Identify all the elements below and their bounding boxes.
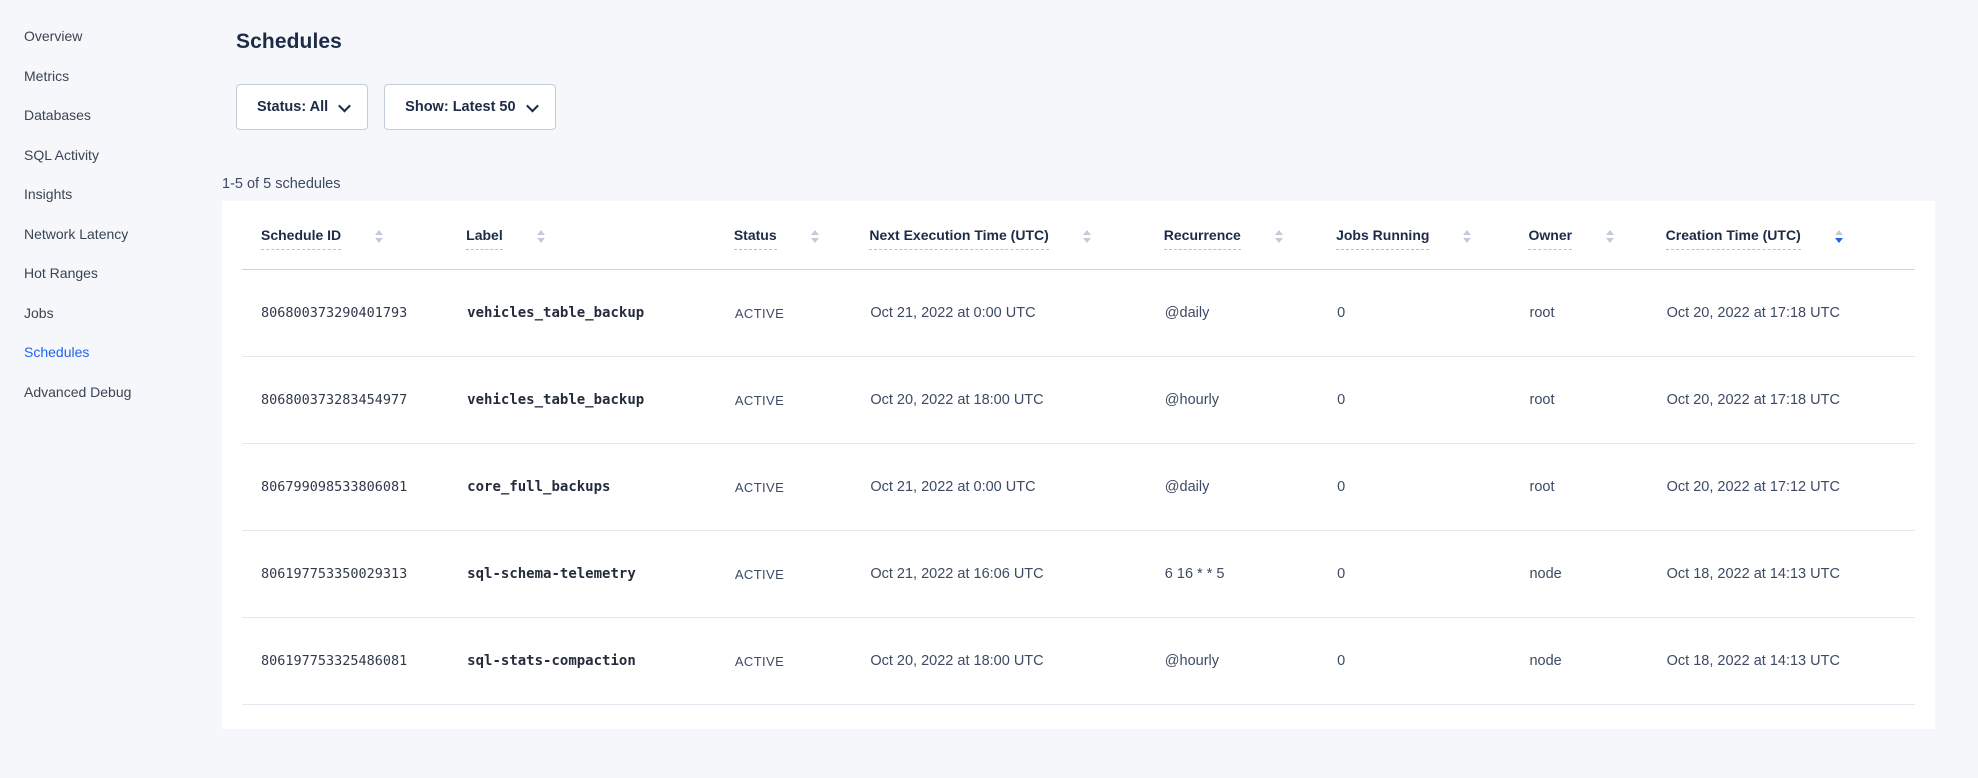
cell-schedule-id: 806800373283454977 bbox=[242, 357, 466, 444]
sidebar-item-insights[interactable]: Insights bbox=[24, 186, 186, 202]
sidebar-item-metrics[interactable]: Metrics bbox=[24, 68, 186, 84]
sidebar-item-databases[interactable]: Databases bbox=[24, 107, 186, 123]
cell-owner: root bbox=[1528, 444, 1665, 531]
cell-status: ACTIVE bbox=[734, 444, 870, 531]
column-label: Owner bbox=[1528, 227, 1572, 250]
column-label: Jobs Running bbox=[1336, 227, 1429, 250]
cell-recurrence: @hourly bbox=[1164, 618, 1336, 705]
sort-icon bbox=[375, 230, 383, 243]
table-row: 806800373290401793 vehicles_table_backup… bbox=[242, 270, 1915, 357]
cell-jobs-running: 0 bbox=[1336, 444, 1528, 531]
column-label: Label bbox=[466, 227, 503, 250]
cell-label: core_full_backups bbox=[466, 444, 734, 531]
column-label: Next Execution Time (UTC) bbox=[869, 227, 1048, 250]
column-header-jobs-running[interactable]: Jobs Running bbox=[1336, 201, 1528, 270]
cell-label: sql-stats-compaction bbox=[466, 618, 734, 705]
cell-status: ACTIVE bbox=[734, 270, 870, 357]
cell-jobs-running: 0 bbox=[1336, 618, 1528, 705]
sort-icon-active-desc bbox=[1835, 230, 1843, 243]
cell-schedule-id: 806800373290401793 bbox=[242, 270, 466, 357]
cell-label: vehicles_table_backup bbox=[466, 270, 734, 357]
cell-label: vehicles_table_backup bbox=[466, 357, 734, 444]
column-label: Recurrence bbox=[1164, 227, 1241, 250]
column-header-recurrence[interactable]: Recurrence bbox=[1164, 201, 1336, 270]
table-row: 806197753325486081 sql-stats-compaction … bbox=[242, 618, 1915, 705]
cell-owner: root bbox=[1528, 357, 1665, 444]
results-summary: 1-5 of 5 schedules bbox=[222, 176, 1935, 193]
column-label: Schedule ID bbox=[261, 227, 341, 250]
sidebar-item-jobs[interactable]: Jobs bbox=[24, 305, 186, 321]
table-row: 806800373283454977 vehicles_table_backup… bbox=[242, 357, 1915, 444]
cell-schedule-id: 806197753325486081 bbox=[242, 618, 466, 705]
cell-status: ACTIVE bbox=[734, 618, 870, 705]
column-header-schedule-id[interactable]: Schedule ID bbox=[242, 201, 466, 270]
page-title: Schedules bbox=[236, 30, 1935, 54]
column-header-status[interactable]: Status bbox=[734, 201, 870, 270]
cell-status: ACTIVE bbox=[734, 531, 870, 618]
cell-owner: node bbox=[1528, 618, 1665, 705]
cell-next-execution-time: Oct 20, 2022 at 18:00 UTC bbox=[869, 357, 1163, 444]
cell-jobs-running: 0 bbox=[1336, 270, 1528, 357]
cell-status: ACTIVE bbox=[734, 357, 870, 444]
cell-schedule-id: 806197753350029313 bbox=[242, 531, 466, 618]
sort-icon bbox=[1463, 230, 1471, 243]
column-header-creation-time[interactable]: Creation Time (UTC) bbox=[1666, 201, 1915, 270]
column-label: Creation Time (UTC) bbox=[1666, 227, 1801, 250]
show-filter-label: Show: Latest 50 bbox=[405, 99, 515, 115]
sort-icon bbox=[1606, 230, 1614, 243]
cell-jobs-running: 0 bbox=[1336, 531, 1528, 618]
sidebar-item-network-latency[interactable]: Network Latency bbox=[24, 226, 186, 242]
cell-label: sql-schema-telemetry bbox=[466, 531, 734, 618]
sidebar-item-schedules[interactable]: Schedules bbox=[24, 344, 186, 360]
chevron-down-icon bbox=[526, 99, 539, 112]
cell-next-execution-time: Oct 21, 2022 at 0:00 UTC bbox=[869, 444, 1163, 531]
main-content: Schedules Status: All Show: Latest 50 1-… bbox=[186, 0, 1978, 729]
cell-recurrence: @daily bbox=[1164, 444, 1336, 531]
table-row: 806799098533806081 core_full_backups ACT… bbox=[242, 444, 1915, 531]
cell-recurrence: @hourly bbox=[1164, 357, 1336, 444]
show-filter-dropdown[interactable]: Show: Latest 50 bbox=[384, 84, 555, 130]
table-header-row: Schedule ID Label Status Next Execution … bbox=[242, 201, 1915, 270]
table-row: 806197753350029313 sql-schema-telemetry … bbox=[242, 531, 1915, 618]
sort-icon bbox=[537, 230, 545, 243]
sidebar: Overview Metrics Databases SQL Activity … bbox=[0, 0, 186, 778]
sidebar-item-sql-activity[interactable]: SQL Activity bbox=[24, 147, 186, 163]
cell-owner: node bbox=[1528, 531, 1665, 618]
cell-next-execution-time: Oct 21, 2022 at 0:00 UTC bbox=[869, 270, 1163, 357]
schedules-table: Schedule ID Label Status Next Execution … bbox=[242, 201, 1915, 705]
cell-next-execution-time: Oct 21, 2022 at 16:06 UTC bbox=[869, 531, 1163, 618]
cell-next-execution-time: Oct 20, 2022 at 18:00 UTC bbox=[869, 618, 1163, 705]
sidebar-item-hot-ranges[interactable]: Hot Ranges bbox=[24, 265, 186, 281]
schedules-table-card: Schedule ID Label Status Next Execution … bbox=[222, 201, 1935, 729]
sort-icon bbox=[1275, 230, 1283, 243]
chevron-down-icon bbox=[338, 99, 351, 112]
column-header-next-execution-time[interactable]: Next Execution Time (UTC) bbox=[869, 201, 1163, 270]
cell-recurrence: @daily bbox=[1164, 270, 1336, 357]
filter-bar: Status: All Show: Latest 50 bbox=[236, 84, 1935, 130]
sidebar-item-overview[interactable]: Overview bbox=[24, 28, 186, 44]
cell-recurrence: 6 16 * * 5 bbox=[1164, 531, 1336, 618]
status-filter-dropdown[interactable]: Status: All bbox=[236, 84, 368, 130]
cell-creation-time: Oct 18, 2022 at 14:13 UTC bbox=[1666, 531, 1915, 618]
sidebar-item-advanced-debug[interactable]: Advanced Debug bbox=[24, 384, 186, 400]
status-filter-label: Status: All bbox=[257, 99, 328, 115]
cell-schedule-id: 806799098533806081 bbox=[242, 444, 466, 531]
cell-creation-time: Oct 20, 2022 at 17:18 UTC bbox=[1666, 357, 1915, 444]
cell-creation-time: Oct 20, 2022 at 17:12 UTC bbox=[1666, 444, 1915, 531]
sort-icon bbox=[1083, 230, 1091, 243]
column-header-label[interactable]: Label bbox=[466, 201, 734, 270]
cell-jobs-running: 0 bbox=[1336, 357, 1528, 444]
cell-creation-time: Oct 18, 2022 at 14:13 UTC bbox=[1666, 618, 1915, 705]
sort-icon bbox=[811, 230, 819, 243]
column-label: Status bbox=[734, 227, 777, 250]
column-header-owner[interactable]: Owner bbox=[1528, 201, 1665, 270]
cell-owner: root bbox=[1528, 270, 1665, 357]
cell-creation-time: Oct 20, 2022 at 17:18 UTC bbox=[1666, 270, 1915, 357]
